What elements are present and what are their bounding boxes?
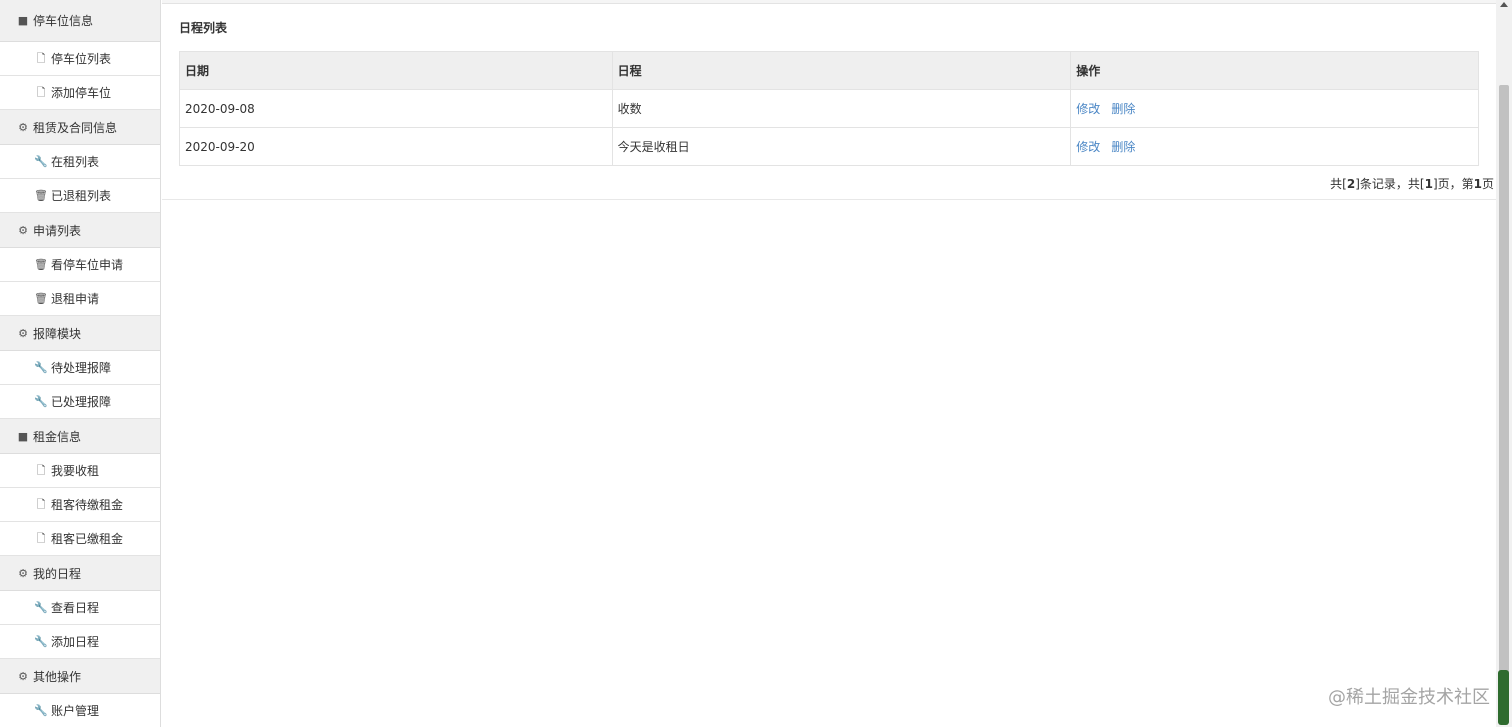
sidebar-item-label: 租客已缴租金 [51, 532, 124, 546]
gear-icon: ⚙ [18, 566, 28, 580]
column-header-actions: 操作 [1070, 51, 1479, 90]
sidebar-group-label: 我的日程 [33, 566, 82, 581]
book-icon: ■ [17, 429, 29, 443]
pager-current: 1 [1473, 177, 1482, 191]
scroll-indicator [1498, 670, 1509, 725]
sidebar-item-collect-rent[interactable]: 🗋 我要收租 [0, 454, 160, 488]
scroll-up-arrow-icon[interactable] [1500, 2, 1508, 7]
trash-icon: 🗑 [34, 189, 48, 202]
wrench-icon: 🔧 [34, 704, 48, 717]
sidebar-item-view-schedule[interactable]: 🔧 查看日程 [0, 591, 160, 625]
sidebar-item-returned-list[interactable]: 🗑 已退租列表 [0, 179, 160, 213]
sidebar-item-label: 账户管理 [51, 704, 100, 718]
scroll-thumb[interactable] [1499, 85, 1509, 705]
pager-total: 2 [1346, 177, 1356, 191]
wrench-icon: 🔧 [34, 361, 48, 374]
sidebar-item-label: 已退租列表 [51, 189, 112, 203]
trash-icon: 🗑 [34, 258, 48, 271]
wrench-icon: 🔧 [34, 155, 48, 168]
sidebar-item-pending-repairs[interactable]: 🔧 待处理报障 [0, 351, 160, 385]
sidebar-item-label: 添加停车位 [51, 86, 112, 100]
table-header-row: 日期 日程 操作 [179, 51, 1479, 90]
sidebar-item-label: 看停车位申请 [51, 258, 124, 272]
book-icon: ■ [17, 14, 29, 27]
watermark: @稀土掘金技术社区 [1328, 687, 1490, 708]
edit-link[interactable]: 修改 [1076, 140, 1100, 154]
sidebar-item-label: 添加日程 [51, 635, 100, 649]
sidebar-item-label: 待处理报障 [51, 361, 112, 375]
sidebar-item-unpaid-rent[interactable]: 🗋 租客待缴租金 [0, 488, 160, 522]
file-icon: 🗋 [36, 464, 46, 477]
page-title: 日程列表 [179, 21, 228, 35]
sidebar-group-lease[interactable]: ⚙ 租赁及合同信息 [0, 110, 160, 145]
cell-date: 2020-09-20 [179, 127, 613, 166]
file-icon: 🗋 [36, 86, 46, 99]
sidebar-group-applications[interactable]: ⚙ 申请列表 [0, 213, 160, 248]
sidebar-group-rent[interactable]: ■ 租金信息 [0, 419, 160, 454]
wrench-icon: 🔧 [34, 635, 48, 648]
schedule-table: 日期 日程 操作 2020-09-08 收数 修改删除 2020-09-20 [179, 51, 1479, 166]
sidebar-item-paid-rent[interactable]: 🗋 租客已缴租金 [0, 522, 160, 556]
sidebar-item-label: 停车位列表 [51, 52, 112, 66]
sidebar-item-label: 已处理报障 [51, 395, 112, 409]
pager-text: 页 [1481, 177, 1494, 191]
pagination-info: 共[2]条记录，共[1]页，第1页 [1330, 175, 1494, 192]
cell-date: 2020-09-08 [179, 89, 613, 128]
table-row: 2020-09-20 今天是收租日 修改 删除 [179, 127, 1479, 166]
cell-schedule: 今天是收租日 [611, 127, 1072, 166]
sidebar-group-label: 停车位信息 [33, 14, 94, 28]
sidebar-group-my-schedule[interactable]: ⚙ 我的日程 [0, 556, 160, 591]
sidebar-group-label: 租金信息 [33, 429, 82, 444]
sidebar-item-add-parking[interactable]: 🗋 添加停车位 [0, 76, 160, 110]
gear-icon: ⚙ [18, 120, 28, 134]
file-icon: 🗋 [36, 532, 46, 545]
cell-actions: 修改 删除 [1070, 89, 1479, 128]
sidebar-item-return-applications[interactable]: 🗑 退租申请 [0, 282, 160, 316]
delete-link[interactable]: 删除 [1111, 102, 1135, 116]
file-icon: 🗋 [36, 52, 46, 65]
app-window: ■ 停车位信息 🗋 停车位列表 🗋 添加停车位 ⚙ 租赁及合同信息 🔧 在租列表… [0, 0, 1512, 727]
sidebar-item-label: 退租申请 [51, 292, 100, 306]
sidebar-item-parking-list[interactable]: 🗋 停车位列表 [0, 42, 160, 76]
pager-text: ]条记录，共[ [1355, 177, 1425, 191]
delete-link[interactable]: 删除 [1111, 140, 1135, 154]
wrench-icon: 🔧 [34, 395, 48, 408]
pager-text: ]页，第 [1432, 177, 1474, 191]
sidebar-item-renting-list[interactable]: 🔧 在租列表 [0, 145, 160, 179]
column-header-schedule: 日程 [611, 51, 1072, 90]
sidebar-item-label: 我要收租 [51, 464, 100, 478]
sidebar-item-handled-repairs[interactable]: 🔧 已处理报障 [0, 385, 160, 419]
sidebar-group-label: 申请列表 [33, 223, 82, 238]
main-content: 日程列表 日期 日程 操作 2020-09-08 收数 修改 删除 2020-0… [162, 4, 1496, 727]
sidebar-group-repairs[interactable]: ⚙ 报障模块 [0, 316, 160, 351]
gear-icon: ⚙ [18, 669, 28, 683]
sidebar-item-label: 查看日程 [51, 601, 100, 615]
cell-actions: 修改 删除 [1070, 127, 1479, 166]
trash-icon: 🗑 [34, 292, 48, 305]
table-row: 2020-09-08 收数 修改 删除 [179, 89, 1479, 128]
schedule-panel: 日程列表 日期 日程 操作 2020-09-08 收数 修改 删除 2020-0… [162, 4, 1496, 200]
sidebar-group-label: 租赁及合同信息 [33, 120, 118, 135]
pager-text: 共[ [1330, 177, 1347, 191]
cell-schedule: 收数 [611, 89, 1072, 128]
file-icon: 🗋 [36, 498, 46, 511]
sidebar-item-label: 租客待缴租金 [51, 498, 124, 512]
edit-link[interactable]: 修改 [1076, 102, 1100, 116]
vertical-scrollbar[interactable] [1496, 0, 1512, 727]
gear-icon: ⚙ [18, 326, 28, 340]
sidebar-group-label: 其他操作 [33, 669, 82, 684]
sidebar-group-other[interactable]: ⚙ 其他操作 [0, 659, 160, 694]
gear-icon: ⚙ [18, 223, 28, 237]
sidebar-item-label: 在租列表 [51, 155, 100, 169]
sidebar-group-parking[interactable]: ■ 停车位信息 [0, 0, 160, 42]
sidebar: ■ 停车位信息 🗋 停车位列表 🗋 添加停车位 ⚙ 租赁及合同信息 🔧 在租列表… [0, 0, 161, 727]
pager-pages: 1 [1424, 177, 1433, 191]
sidebar-item-parking-applications[interactable]: 🗑 看停车位申请 [0, 248, 160, 282]
sidebar-item-add-schedule[interactable]: 🔧 添加日程 [0, 625, 160, 659]
wrench-icon: 🔧 [34, 601, 48, 614]
sidebar-group-label: 报障模块 [33, 326, 82, 341]
column-header-date: 日期 [179, 51, 613, 90]
sidebar-item-account[interactable]: 🔧 账户管理 [0, 694, 160, 727]
